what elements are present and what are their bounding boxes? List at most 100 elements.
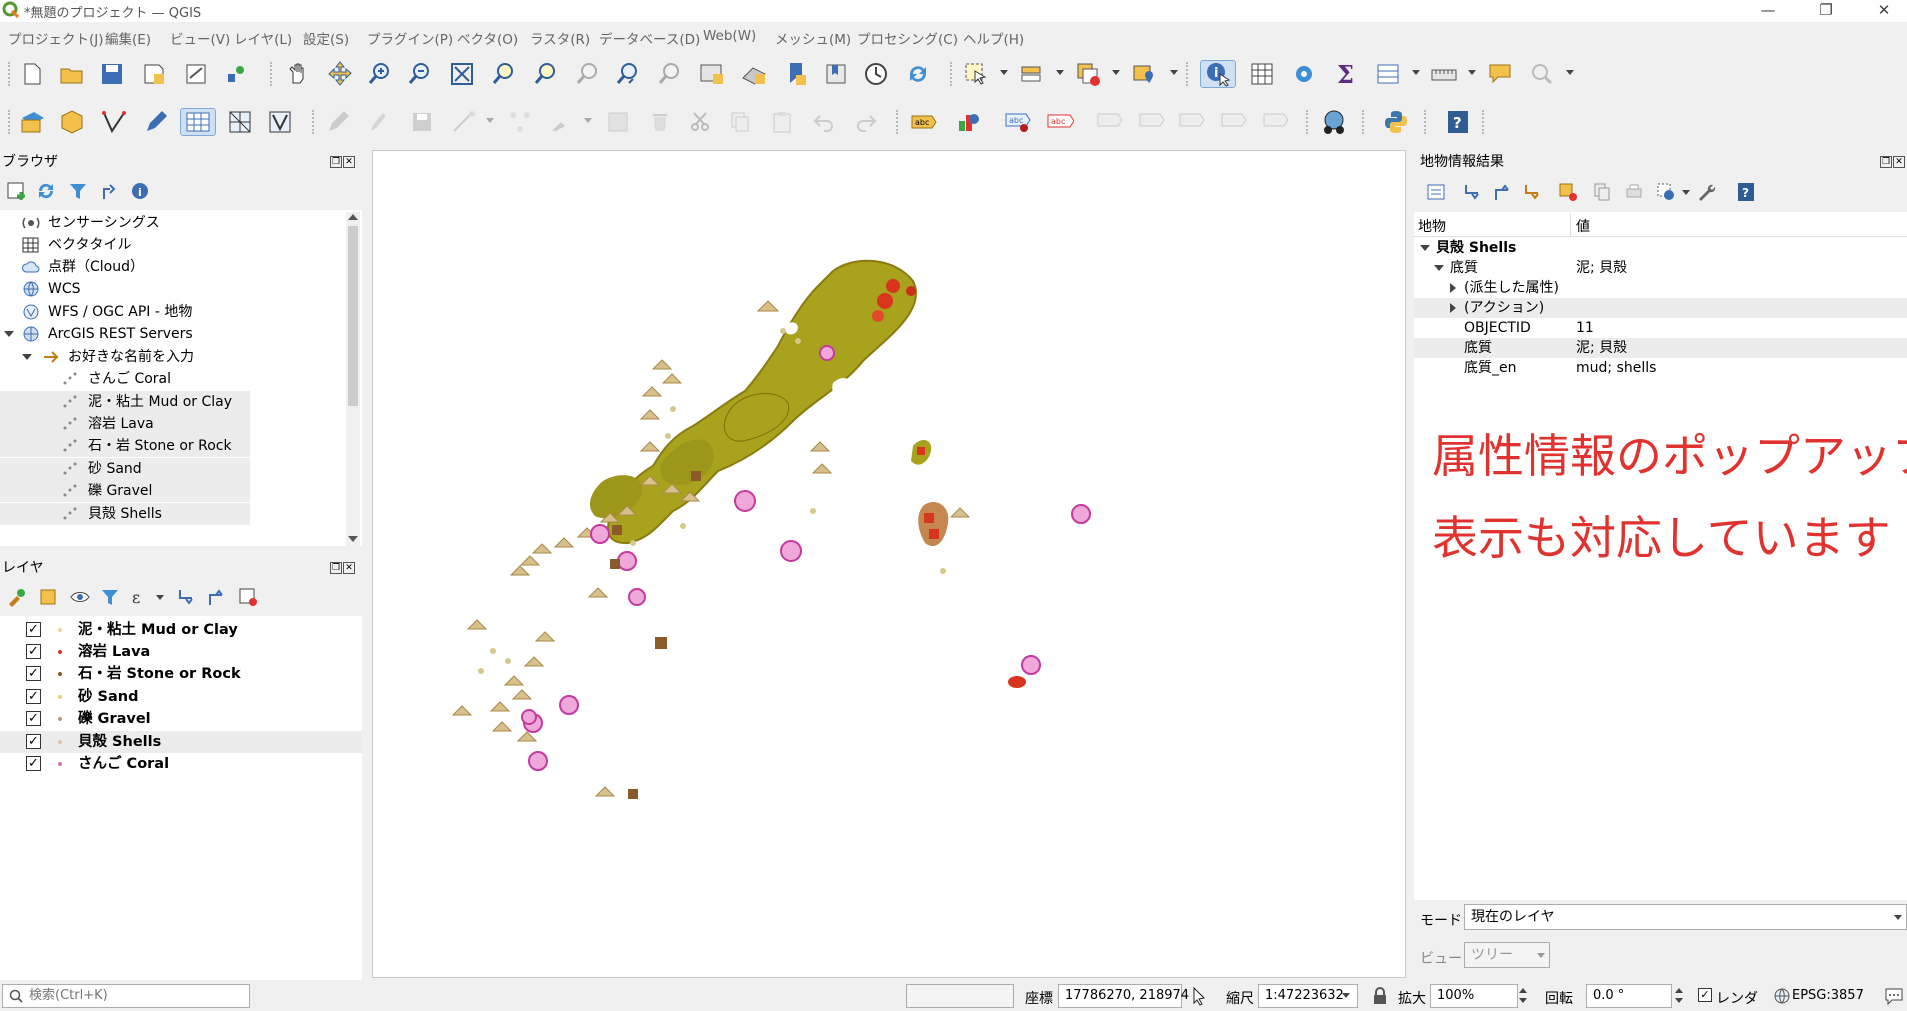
temporal-controller-icon[interactable] xyxy=(862,60,890,88)
settings-wrench-icon[interactable] xyxy=(1696,182,1716,202)
chevron-right-icon[interactable] xyxy=(1450,283,1456,293)
python-console-icon[interactable] xyxy=(1382,108,1410,136)
chevron-down-icon[interactable] xyxy=(156,595,164,600)
toolbar-handle[interactable] xyxy=(270,62,274,86)
style-panel-icon[interactable] xyxy=(6,587,26,607)
data-source-manager-icon[interactable] xyxy=(18,108,46,136)
expand-new-icon[interactable] xyxy=(1522,182,1542,202)
layers-panel-controls[interactable]: ❐ ✕ xyxy=(330,559,358,574)
copy-feature-icon[interactable] xyxy=(1592,182,1612,202)
chevron-down-icon[interactable] xyxy=(1342,993,1350,998)
float-icon[interactable]: ❐ xyxy=(330,156,342,168)
modify-attributes-icon[interactable] xyxy=(548,108,576,136)
digitize-pen-icon[interactable] xyxy=(142,108,170,136)
float-icon[interactable]: ❐ xyxy=(330,562,342,574)
print-layout-icon[interactable] xyxy=(182,60,210,88)
zoom-full-icon[interactable] xyxy=(448,60,476,88)
browser-item-wcs[interactable]: WCS xyxy=(0,278,340,300)
browser-item-sensorthings[interactable]: センサーシングス xyxy=(0,212,340,234)
toggle-editing-icon[interactable] xyxy=(364,108,392,136)
float-icon[interactable]: ❐ xyxy=(1880,156,1892,168)
show-hide-labels-icon[interactable] xyxy=(1096,108,1124,136)
add-mesh-layer-icon[interactable] xyxy=(226,108,254,136)
refresh-icon[interactable] xyxy=(36,181,56,201)
layer-row[interactable]: ✓ 石・岩 Stone or Rock xyxy=(0,663,362,685)
select-by-value-icon[interactable] xyxy=(1018,60,1046,88)
chevron-down-icon[interactable] xyxy=(1112,70,1120,75)
paste-features-icon[interactable] xyxy=(768,108,796,136)
scrollbar-thumb[interactable] xyxy=(348,226,358,406)
rotate-label-icon[interactable] xyxy=(1178,108,1206,136)
toolbar-handle[interactable] xyxy=(312,110,316,134)
clear-results-icon[interactable] xyxy=(1558,182,1578,202)
identify-actions-row[interactable]: (アクション) xyxy=(1414,298,1907,318)
scroll-down-icon[interactable] xyxy=(348,536,358,542)
toolbar-handle[interactable] xyxy=(1362,110,1366,134)
deselect-features-icon[interactable] xyxy=(1074,60,1102,88)
eye-icon[interactable] xyxy=(70,587,90,607)
menu-database[interactable]: データベース(D) xyxy=(599,28,700,48)
collapse-all-icon[interactable] xyxy=(206,587,226,607)
expand-tree-icon[interactable] xyxy=(1426,182,1446,202)
browser-item-layer[interactable]: 貝殻 Shells xyxy=(0,503,250,525)
expression-filter-icon[interactable]: ε xyxy=(130,587,150,607)
browser-item-vector-tiles[interactable]: ベクタタイル xyxy=(0,234,340,256)
statistical-summary-icon[interactable]: Σ xyxy=(1332,60,1360,88)
browser-item-connection[interactable]: お好きな名前を入力 xyxy=(0,346,340,368)
map-tips-icon[interactable] xyxy=(1486,60,1514,88)
layer-row[interactable]: ✓ 溶岩 Lava xyxy=(0,641,362,663)
identify-features-icon[interactable]: i xyxy=(1200,60,1236,88)
zoom-to-layer-icon[interactable] xyxy=(532,60,560,88)
layer-row[interactable]: ✓ 砂 Sand xyxy=(0,686,362,708)
zoom-native-icon[interactable] xyxy=(574,60,602,88)
filter-icon[interactable] xyxy=(68,181,88,201)
layer-row[interactable]: ✓ さんご Coral xyxy=(0,753,362,775)
menu-mesh[interactable]: メッシュ(M) xyxy=(775,28,851,48)
zoom-last-icon[interactable] xyxy=(614,60,642,88)
magnifier-field[interactable]: 100% xyxy=(1430,984,1518,1008)
zoom-next-icon[interactable] xyxy=(656,60,684,88)
layer-visibility-checkbox[interactable]: ✓ xyxy=(26,756,41,771)
chevron-down-icon[interactable] xyxy=(1420,245,1430,251)
browser-panel-controls[interactable]: ❐ ✕ xyxy=(330,153,358,168)
cut-features-icon[interactable] xyxy=(686,108,714,136)
toolbar-handle[interactable] xyxy=(8,110,12,134)
identify-attribute-row[interactable]: OBJECTID 11 xyxy=(1414,318,1907,338)
move-label-icon[interactable] xyxy=(1138,108,1166,136)
menu-project[interactable]: プロジェクト(J) xyxy=(8,28,104,48)
browser-item-layer[interactable]: さんご Coral xyxy=(0,368,250,390)
delete-selected-icon[interactable] xyxy=(646,108,674,136)
save-edits-icon[interactable] xyxy=(408,108,436,136)
digitize-vertex-icon[interactable] xyxy=(100,108,128,136)
new-map-view-icon[interactable] xyxy=(698,60,726,88)
zoom-out-icon[interactable] xyxy=(406,60,434,88)
browser-item-layer[interactable]: 礫 Gravel xyxy=(0,480,250,502)
highlight-pinned-labels-icon[interactable]: abc xyxy=(1004,108,1032,136)
crs-button[interactable]: EPSG:3857 xyxy=(1792,988,1864,1003)
close-icon[interactable]: ✕ xyxy=(1893,156,1905,168)
browser-item-point-cloud[interactable]: 点群（Cloud） xyxy=(0,256,340,278)
identify-layer-row[interactable]: 貝殻 Shells xyxy=(1414,238,1907,258)
vertex-tool-icon[interactable] xyxy=(506,108,534,136)
layer-visibility-checkbox[interactable]: ✓ xyxy=(26,644,41,659)
zoom-to-selection-icon[interactable] xyxy=(490,60,518,88)
label-toolbar-icon[interactable]: abc xyxy=(910,108,938,136)
help-icon[interactable]: ? xyxy=(1736,182,1756,202)
chevron-down-icon[interactable] xyxy=(22,354,32,360)
current-edits-icon[interactable] xyxy=(324,108,352,136)
chevron-down-icon[interactable] xyxy=(1000,70,1008,75)
diagram-options-icon[interactable] xyxy=(954,108,982,136)
menu-processing[interactable]: プロセシング(C) xyxy=(857,28,958,48)
lock-icon[interactable] xyxy=(1372,987,1388,1005)
remove-layer-icon[interactable] xyxy=(238,587,258,607)
scroll-up-icon[interactable] xyxy=(348,214,358,220)
identify-attribute-row[interactable]: 底質 泥; 貝殻 xyxy=(1414,338,1907,358)
menu-edit[interactable]: 編集(E) xyxy=(105,28,151,48)
layer-row-selected[interactable]: ✓ 貝殻 Shells xyxy=(0,731,362,753)
map-canvas[interactable] xyxy=(372,150,1406,978)
browser-scrollbar[interactable] xyxy=(346,212,360,546)
rotation-field[interactable]: 0.0 ° xyxy=(1586,984,1672,1008)
chevron-down-icon[interactable] xyxy=(1468,70,1476,75)
close-icon[interactable]: ✕ xyxy=(343,562,355,574)
quickosm-plugin-icon[interactable] xyxy=(1320,108,1348,136)
